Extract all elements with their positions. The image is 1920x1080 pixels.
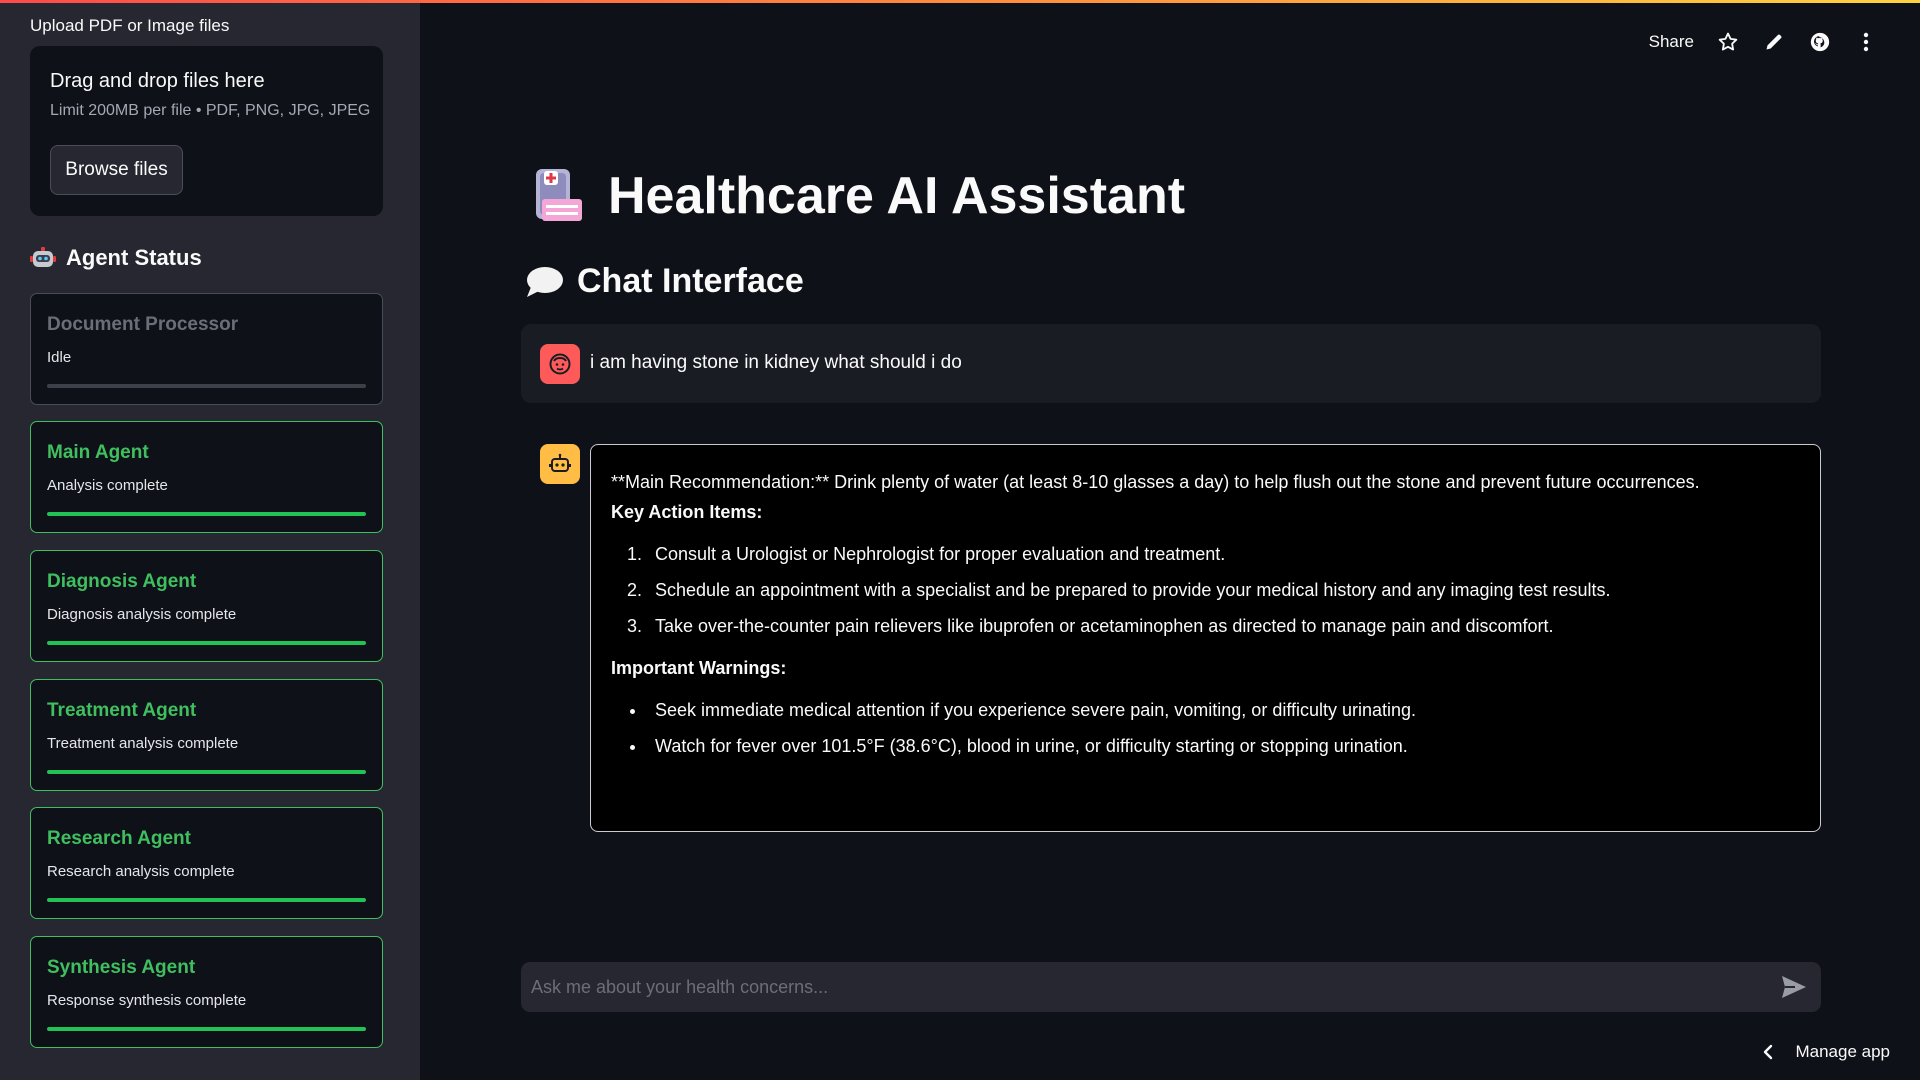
agent-progress-bar: [47, 1027, 366, 1031]
agent-progress-bar: [47, 512, 366, 516]
agent-card-document-processor: Document Processor Idle: [30, 293, 383, 405]
agent-progress-fill: [47, 1027, 366, 1031]
agent-name: Diagnosis Agent: [47, 571, 197, 592]
page-title: Healthcare AI Assistant: [608, 167, 1186, 225]
agent-card-synthesis-agent: Synthesis Agent Response synthesis compl…: [30, 936, 383, 1048]
robot-icon: [30, 247, 56, 267]
star-icon[interactable]: [1716, 30, 1740, 54]
agent-card-diagnosis-agent: Diagnosis Agent Diagnosis analysis compl…: [30, 550, 383, 662]
agent-progress-bar: [47, 898, 366, 902]
assistant-response: **Main Recommendation:** Drink plenty of…: [590, 444, 1821, 832]
assistant-avatar-icon: [540, 444, 580, 484]
agent-status-text: Analysis complete: [47, 477, 168, 494]
agent-status-text: Idle: [47, 349, 72, 366]
agent-status-text: Research analysis complete: [47, 863, 235, 880]
speech-bubble-icon: [527, 266, 563, 297]
chat-interface-title: Chat Interface: [577, 262, 804, 300]
hospital-icon: [536, 169, 582, 221]
upload-label: Upload PDF or Image files: [30, 16, 230, 35]
list-item: Consult a Urologist or Nephrologist for …: [647, 541, 1800, 567]
chevron-left-icon: [1764, 1044, 1773, 1060]
agent-name: Treatment Agent: [47, 700, 197, 721]
github-icon[interactable]: [1808, 30, 1832, 54]
chat-section-header: Chat Interface: [525, 262, 804, 301]
list-item: Seek immediate medical attention if you …: [647, 697, 1800, 723]
file-dropzone[interactable]: Drag and drop files here Limit 200MB per…: [30, 46, 383, 216]
agent-progress-bar: [47, 384, 366, 388]
agent-name: Main Agent: [47, 442, 149, 463]
key-actions-heading: Key Action Items:: [611, 502, 763, 522]
agent-status-text: Treatment analysis complete: [47, 735, 239, 752]
list-item: Watch for fever over 101.5°F (38.6°C), b…: [647, 733, 1800, 759]
agent-progress-fill: [47, 512, 366, 516]
agent-progress-bar: [47, 770, 366, 774]
send-icon[interactable]: [1780, 974, 1808, 1000]
dropzone-limit: Limit 200MB per file • PDF, PNG, JPG, JP…: [50, 102, 371, 119]
header-toolbar: Share: [1649, 30, 1878, 54]
list-item: Take over-the-counter pain relievers lik…: [647, 613, 1800, 639]
key-actions-list: Consult a Urologist or Nephrologist for …: [647, 541, 1800, 639]
agent-card-treatment-agent: Treatment Agent Treatment analysis compl…: [30, 679, 383, 791]
agent-progress-fill: [47, 641, 366, 645]
agent-progress-bar: [47, 641, 366, 645]
agent-status-heading: Agent Status: [30, 245, 202, 271]
chat-input[interactable]: [521, 962, 1821, 1012]
agent-progress-fill: [47, 770, 366, 774]
warnings-list: Seek immediate medical attention if you …: [647, 697, 1800, 759]
user-message: i am having stone in kidney what should …: [521, 324, 1821, 403]
agent-name: Research Agent: [47, 828, 191, 849]
agent-status-text: Response synthesis complete: [47, 992, 247, 1009]
list-item: Schedule an appointment with a specialis…: [647, 577, 1800, 603]
browse-files-button[interactable]: Browse files: [50, 145, 183, 195]
agent-status-text: Diagnosis analysis complete: [47, 606, 237, 623]
agent-name: Synthesis Agent: [47, 957, 196, 978]
warnings-heading: Important Warnings:: [611, 658, 787, 678]
agent-status-title: Agent Status: [66, 245, 202, 270]
more-vertical-icon[interactable]: [1854, 30, 1878, 54]
agent-card-main-agent: Main Agent Analysis complete: [30, 421, 383, 533]
user-message-text: i am having stone in kidney what should …: [590, 352, 962, 373]
main-recommendation: **Main Recommendation:** Drink plenty of…: [611, 472, 1700, 492]
agent-name: Document Processor: [47, 314, 239, 335]
dropzone-title: Drag and drop files here: [50, 70, 265, 92]
pencil-icon[interactable]: [1762, 30, 1786, 54]
top-decoration-bar: [0, 0, 1920, 3]
sidebar: Upload PDF or Image files Drag and drop …: [0, 0, 420, 1080]
manage-app-label: Manage app: [1795, 1042, 1890, 1061]
manage-app-button[interactable]: Manage app: [1763, 1042, 1890, 1062]
page-header: Healthcare AI Assistant: [530, 165, 1185, 227]
share-link[interactable]: Share: [1649, 32, 1694, 52]
user-avatar-icon: [540, 344, 580, 384]
agent-card-research-agent: Research Agent Research analysis complet…: [30, 807, 383, 919]
agent-progress-fill: [47, 898, 366, 902]
